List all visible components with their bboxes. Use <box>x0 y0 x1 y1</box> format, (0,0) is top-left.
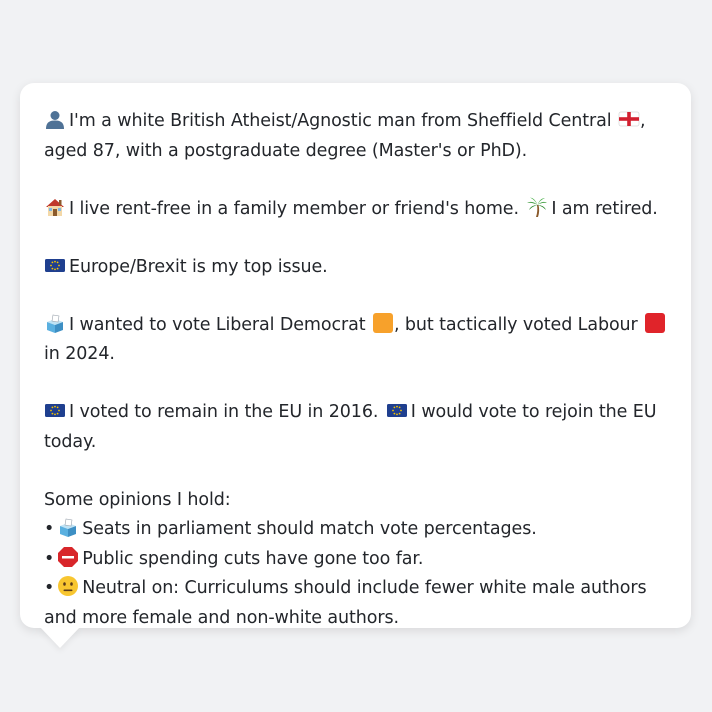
opinion-item: Public spending cuts have gone too far. <box>82 548 424 569</box>
opinion-item: Seats in parliament should match vote pe… <box>82 519 537 539</box>
opinions-heading: Some opinions I hold: <box>44 489 231 510</box>
stop-sign-icon <box>57 546 79 568</box>
ballot-box-icon <box>44 312 66 334</box>
eu-paragraph: I voted to remain in the EU in 2016. I w… <box>44 398 671 457</box>
vote-paragraph: I wanted to vote Liberal Democrat , but … <box>44 311 671 370</box>
neutral-face-icon <box>57 575 79 597</box>
speech-bubble-tail <box>40 627 80 648</box>
ballot-box-icon <box>57 516 79 538</box>
eu-flag-icon <box>44 254 66 276</box>
england-flag-icon <box>618 108 640 130</box>
house-icon <box>44 196 66 218</box>
actual-vote-text: , but tactically voted Labour <box>393 314 638 335</box>
bullet: • <box>44 578 55 598</box>
person-silhouette-icon <box>44 108 66 130</box>
eu-flag-icon <box>44 399 66 421</box>
vote-year-text: in 2024. <box>44 344 115 364</box>
orange-square-icon <box>372 312 394 334</box>
top-issue-text: Europe/Brexit is my top issue. <box>69 256 328 277</box>
employment-text: I am retired. <box>551 198 658 219</box>
top-issue-paragraph: Europe/Brexit is my top issue. <box>44 253 671 283</box>
intended-vote-text: I wanted to vote Liberal Democrat <box>69 314 366 335</box>
bullet: • <box>44 548 55 569</box>
opinion-item: Neutral on: Curriculums should include f… <box>44 578 647 628</box>
identity-paragraph: I'm a white British Atheist/Agnostic man… <box>44 107 671 166</box>
identity-text-a: I'm a white British Atheist/Agnostic man… <box>69 111 612 131</box>
housing-paragraph: I live rent-free in a family member or f… <box>44 195 671 225</box>
bullet: • <box>44 519 55 539</box>
red-square-icon <box>644 312 666 334</box>
housing-text: I live rent-free in a family member or f… <box>69 198 519 219</box>
persona-card: I'm a white British Atheist/Agnostic man… <box>20 83 691 628</box>
opinions-section: Some opinions I hold: • Seats in parliam… <box>44 486 671 634</box>
eu-flag-icon <box>386 399 408 421</box>
referendum-text: I voted to remain in the EU in 2016. <box>69 402 379 422</box>
palm-tree-icon <box>526 196 548 218</box>
